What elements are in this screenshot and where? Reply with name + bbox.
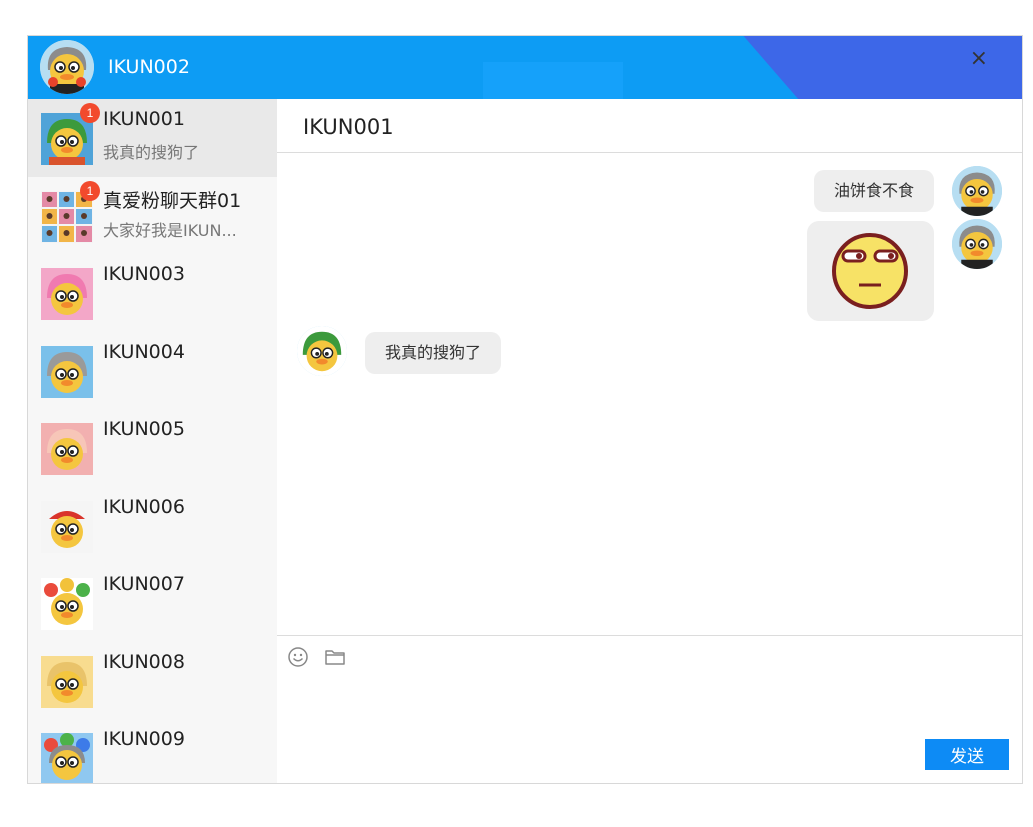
contact-name: 真爱粉聊天群01 [103,189,242,212]
contact-avatar [41,500,93,553]
contact-preview: 大家好我是IKUN... [103,220,237,240]
unamused-face-icon [832,233,908,309]
chat-window: IKUN002 × 1 IKUN001 我真的搜狗了 1 真爱粉聊天群01 大家… [27,35,1023,784]
smile-icon[interactable] [287,646,309,672]
contact-avatar [41,345,93,398]
contact-item[interactable]: IKUN009 [28,719,277,783]
message-bubble-incoming: 我真的搜狗了 [365,332,502,374]
contact-name: IKUN005 [103,418,185,440]
contact-name: IKUN004 [103,340,185,363]
contact-name: IKUN001 [103,108,185,130]
contact-name: IKUN009 [103,728,185,750]
contact-avatar [41,268,93,320]
contact-item[interactable]: IKUN005 [28,409,277,487]
contact-name: IKUN007 [103,573,185,595]
divider [277,635,1022,636]
contact-avatar [41,655,93,708]
contact-item[interactable]: IKUN004 [28,332,277,410]
unread-badge: 1 [80,103,100,123]
unread-badge: 1 [80,180,100,201]
contact-avatar [41,578,93,630]
contact-name: IKUN006 [103,495,185,518]
contact-item[interactable]: IKUN003 [28,254,277,332]
contact-avatar [41,423,93,475]
folder-icon[interactable] [324,646,346,672]
sender-avatar[interactable] [297,326,347,376]
contact-item[interactable]: IKUN007 [28,564,277,642]
contact-item[interactable]: IKUN006 [28,487,277,565]
contact-item[interactable]: 1 真爱粉聊天群01 大家好我是IKUN... [28,177,277,255]
chat-title: IKUN001 [303,115,394,139]
contact-item[interactable]: IKUN008 [28,642,277,720]
message-bubble-outgoing: 油饼食不食 [813,170,934,212]
current-user-avatar[interactable] [40,40,94,94]
contact-item[interactable]: 1 IKUN001 我真的搜狗了 [28,99,277,177]
message-image-outgoing [807,221,934,321]
chat-panel: IKUN001 油饼食不食 我真的搜狗了 发送 [277,99,1022,783]
current-user-name: IKUN002 [108,56,190,78]
title-bar: IKUN002 × [28,36,1022,99]
contact-list: 1 IKUN001 我真的搜狗了 1 真爱粉聊天群01 大家好我是IKUN... [28,99,277,783]
sender-avatar[interactable] [952,219,1002,269]
title-bar-decoration [483,62,623,99]
send-button[interactable]: 发送 [925,739,1009,770]
contact-name: IKUN003 [103,263,185,285]
contact-name: IKUN008 [103,650,185,673]
contact-preview: 我真的搜狗了 [103,143,200,162]
sender-avatar[interactable] [952,166,1002,216]
contact-avatar [41,733,93,783]
close-icon[interactable]: × [970,46,988,71]
message-list: 油饼食不食 我真的搜狗了 [277,153,1022,635]
